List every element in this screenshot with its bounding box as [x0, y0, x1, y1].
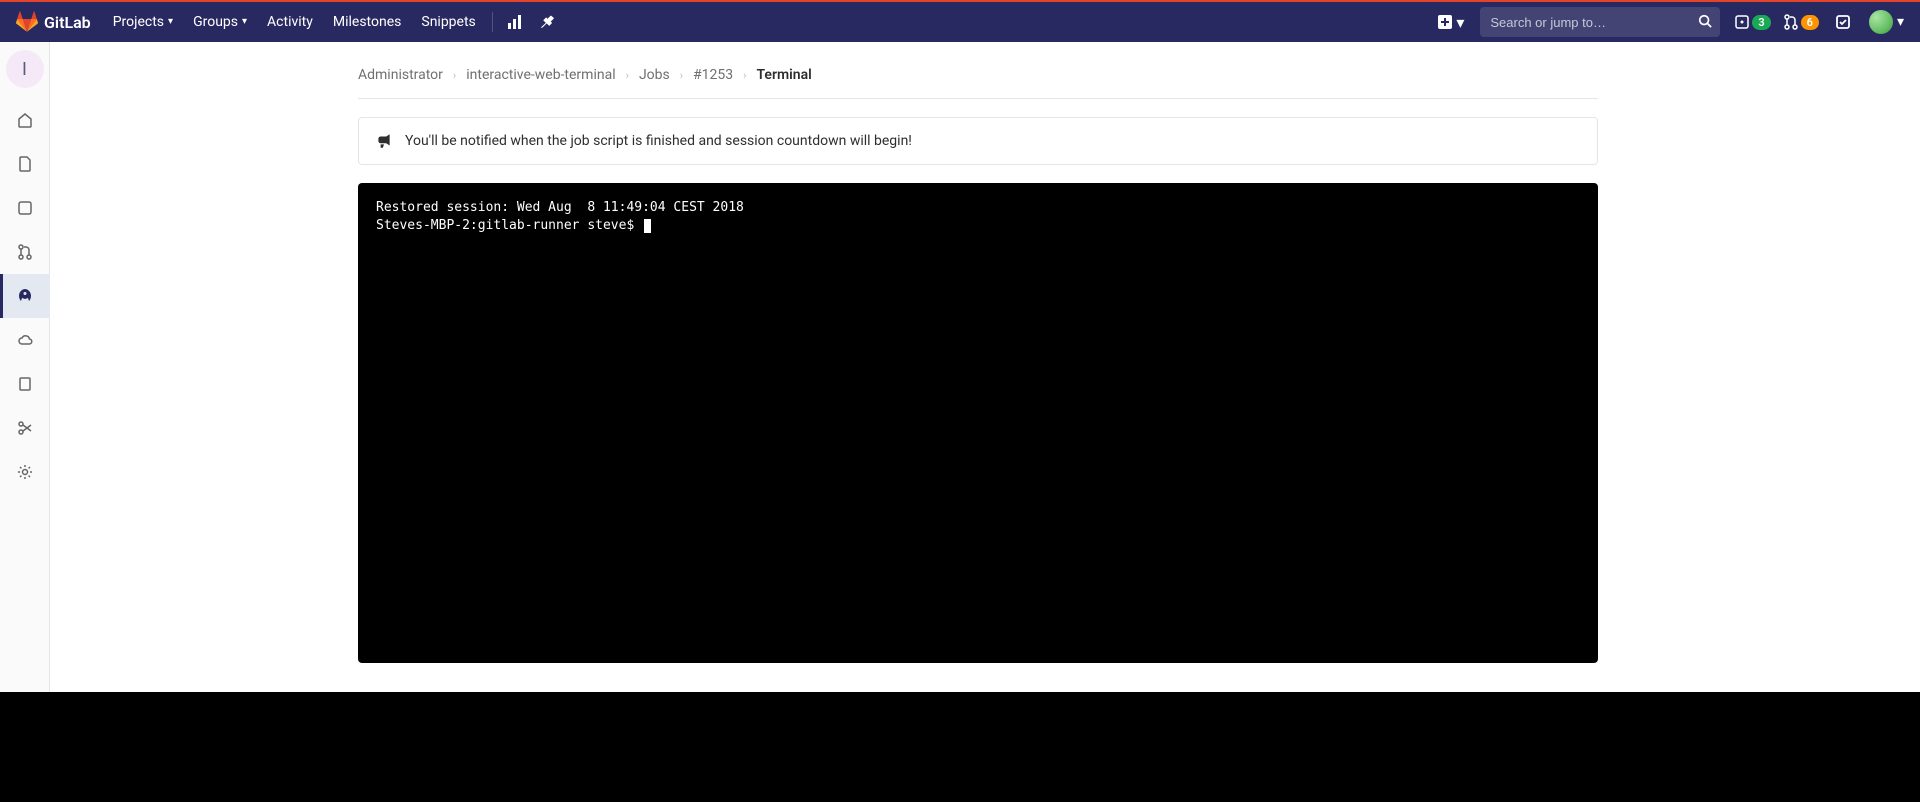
- gitlab-icon: [16, 11, 38, 33]
- nav-groups[interactable]: Groups▾: [183, 2, 257, 42]
- search-input[interactable]: [1490, 15, 1690, 30]
- home-icon: [17, 112, 33, 128]
- breadcrumb-item[interactable]: interactive-web-terminal: [466, 67, 615, 83]
- top-navbar: GitLab Projects▾ Groups▾ Activity Milest…: [0, 2, 1920, 42]
- sidebar-operations[interactable]: [0, 318, 50, 362]
- search-box[interactable]: [1480, 7, 1720, 37]
- nav-separator: [492, 12, 493, 32]
- search-icon: [1698, 14, 1712, 32]
- chevron-down-icon: ▾: [1897, 14, 1904, 30]
- mr-badge: 6: [1801, 15, 1819, 30]
- merge-requests-counter[interactable]: 6: [1779, 2, 1823, 42]
- nav-milestones[interactable]: Milestones: [323, 2, 412, 42]
- breadcrumb-current: Terminal: [756, 67, 811, 83]
- user-menu[interactable]: ▾: [1863, 10, 1904, 34]
- breadcrumb: Administrator › interactive-web-terminal…: [358, 58, 1598, 92]
- nav-projects[interactable]: Projects▾: [103, 2, 183, 42]
- chevron-right-icon: ›: [453, 69, 456, 82]
- sidebar-merge-requests[interactable]: [0, 230, 50, 274]
- project-avatar[interactable]: I: [6, 50, 44, 88]
- chevron-right-icon: ›: [743, 69, 746, 82]
- gear-icon: [17, 464, 33, 480]
- nav-snippets[interactable]: Snippets: [411, 2, 485, 42]
- breadcrumb-item[interactable]: Administrator: [358, 67, 443, 83]
- issues-icon: [1734, 14, 1750, 30]
- chevron-right-icon: ›: [680, 69, 683, 82]
- package-icon: [17, 376, 33, 392]
- issues-counter[interactable]: 3: [1730, 2, 1774, 42]
- todos-button[interactable]: [1827, 14, 1859, 30]
- bullhorn-icon: [375, 132, 393, 150]
- sidebar-snippets[interactable]: [0, 406, 50, 450]
- left-sidebar: I: [0, 42, 50, 802]
- sidebar-repository[interactable]: [0, 142, 50, 186]
- sidebar-issues[interactable]: [0, 186, 50, 230]
- terminal-line: Restored session: Wed Aug 8 11:49:04 CES…: [376, 200, 744, 215]
- admin-icon[interactable]: [531, 2, 563, 42]
- cloud-icon: [17, 332, 33, 348]
- breadcrumb-item[interactable]: Jobs: [639, 67, 670, 83]
- sidebar-registry[interactable]: [0, 362, 50, 406]
- analytics-icon[interactable]: [499, 2, 531, 42]
- issues-icon: [17, 200, 33, 216]
- brand-name: GitLab: [44, 13, 91, 32]
- web-terminal[interactable]: Restored session: Wed Aug 8 11:49:04 CES…: [358, 183, 1598, 663]
- nav-activity[interactable]: Activity: [257, 2, 323, 42]
- sidebar-settings[interactable]: [0, 450, 50, 494]
- terminal-prompt: Steves-MBP-2:gitlab-runner steve$: [376, 218, 642, 233]
- notice-text: You'll be notified when the job script i…: [405, 133, 912, 149]
- file-icon: [17, 156, 33, 172]
- gitlab-logo[interactable]: GitLab: [16, 11, 91, 33]
- sidebar-home[interactable]: [0, 98, 50, 142]
- sidebar-cicd[interactable]: [0, 274, 50, 318]
- terminal-cursor: [644, 219, 651, 233]
- user-avatar: [1869, 10, 1893, 34]
- merge-request-icon: [17, 244, 33, 260]
- chevron-down-icon: ▾: [242, 2, 247, 42]
- page-footer: [0, 692, 1920, 802]
- chevron-down-icon: ▾: [1456, 13, 1464, 32]
- scissors-icon: [17, 420, 33, 436]
- notice-banner: You'll be notified when the job script i…: [358, 117, 1598, 165]
- chevron-right-icon: ›: [626, 69, 629, 82]
- merge-request-icon: [1783, 14, 1799, 30]
- plus-icon: [1438, 15, 1452, 29]
- breadcrumb-item[interactable]: #1253: [693, 67, 733, 83]
- todos-icon: [1835, 14, 1851, 30]
- issues-badge: 3: [1752, 15, 1770, 30]
- rocket-icon: [17, 288, 33, 304]
- chevron-down-icon: ▾: [168, 2, 173, 42]
- divider: [358, 98, 1598, 99]
- new-dropdown[interactable]: ▾: [1432, 13, 1470, 32]
